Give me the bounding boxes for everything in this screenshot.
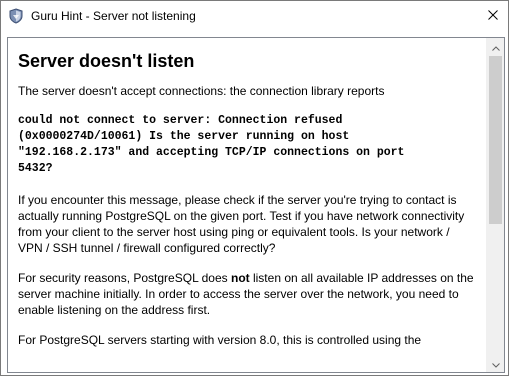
scroll-up-button[interactable] — [487, 38, 504, 55]
close-button[interactable] — [478, 1, 508, 31]
guru-hint-window: Guru Hint - Server not listening Server … — [0, 0, 509, 376]
chevron-down-icon — [491, 355, 500, 373]
hint-heading: Server doesn't listen — [18, 51, 195, 71]
hint-content: Server doesn't listen The server doesn't… — [8, 38, 487, 372]
shield-icon — [8, 8, 24, 24]
hint-paragraph-2-emphasis: not — [230, 271, 250, 285]
window-title: Guru Hint - Server not listening — [31, 9, 196, 23]
hint-intro: The server doesn't accept connections: t… — [18, 84, 385, 98]
scroll-thumb[interactable] — [489, 56, 502, 224]
vertical-scrollbar[interactable] — [486, 38, 504, 372]
hint-content-frame: Server doesn't listen The server doesn't… — [7, 37, 505, 373]
hint-paragraph-2: For security reasons, PostgreSQL does no… — [18, 270, 475, 318]
error-message: could not connect to server: Connection … — [18, 114, 405, 175]
scroll-down-button[interactable] — [487, 355, 504, 372]
close-icon — [488, 7, 498, 25]
title-bar[interactable]: Guru Hint - Server not listening — [1, 1, 508, 31]
hint-paragraph-1: If you encounter this message, please ch… — [18, 193, 465, 255]
chevron-up-icon — [491, 38, 500, 56]
hint-paragraph-2-start: For security reasons, PostgreSQL does — [18, 271, 231, 285]
hint-paragraph-3: For PostgreSQL servers starting with ver… — [18, 333, 422, 347]
